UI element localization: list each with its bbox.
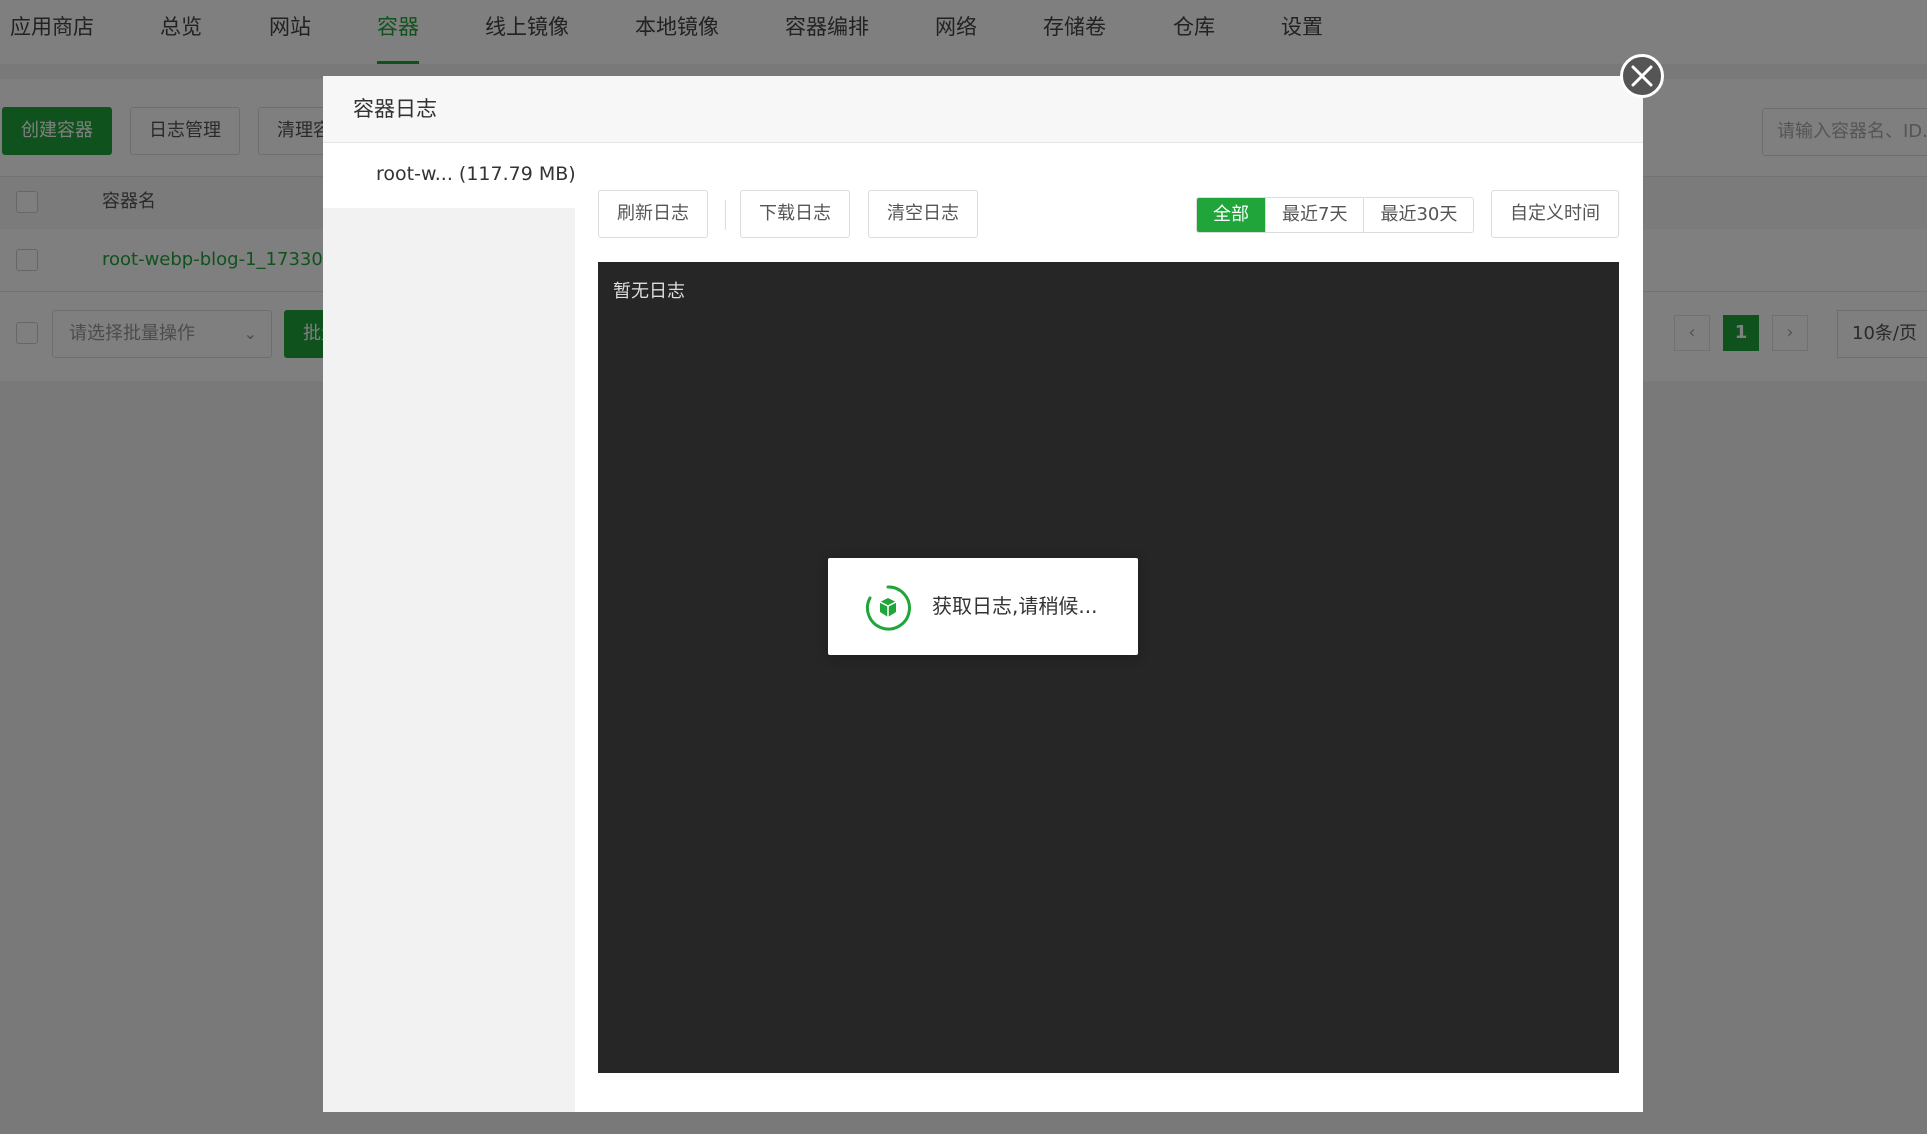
close-icon: [1631, 65, 1653, 87]
loading-text: 获取日志,请稍候...: [932, 594, 1098, 618]
range-all-option[interactable]: 全部: [1197, 198, 1265, 232]
loading-spinner-icon: [865, 585, 911, 631]
sidebar-item-label: root-w... (117.79 MB): [376, 163, 576, 185]
range-30-days-option[interactable]: 最近30天: [1363, 198, 1473, 232]
empty-log-text: 暂无日志: [613, 281, 685, 302]
time-range-switch: 全部 最近7天 最近30天: [1196, 197, 1475, 233]
refresh-log-button[interactable]: 刷新日志: [598, 190, 708, 238]
sidebar-item-container[interactable]: root-w... (117.79 MB): [323, 143, 576, 208]
dialog-title: 容器日志: [353, 97, 437, 121]
container-list-sidebar: root-w... (117.79 MB): [323, 143, 576, 1112]
clear-log-button[interactable]: 清空日志: [868, 190, 978, 238]
toolbar-divider: [725, 200, 726, 230]
custom-time-button[interactable]: 自定义时间: [1491, 190, 1619, 238]
range-7-days-option[interactable]: 最近7天: [1265, 198, 1363, 232]
dialog-header: 容器日志: [323, 76, 1643, 143]
close-dialog-button[interactable]: [1620, 54, 1664, 98]
download-log-button[interactable]: 下载日志: [740, 190, 850, 238]
log-console[interactable]: 暂无日志: [598, 262, 1619, 1073]
loading-toast: 获取日志,请稍候...: [828, 558, 1138, 655]
